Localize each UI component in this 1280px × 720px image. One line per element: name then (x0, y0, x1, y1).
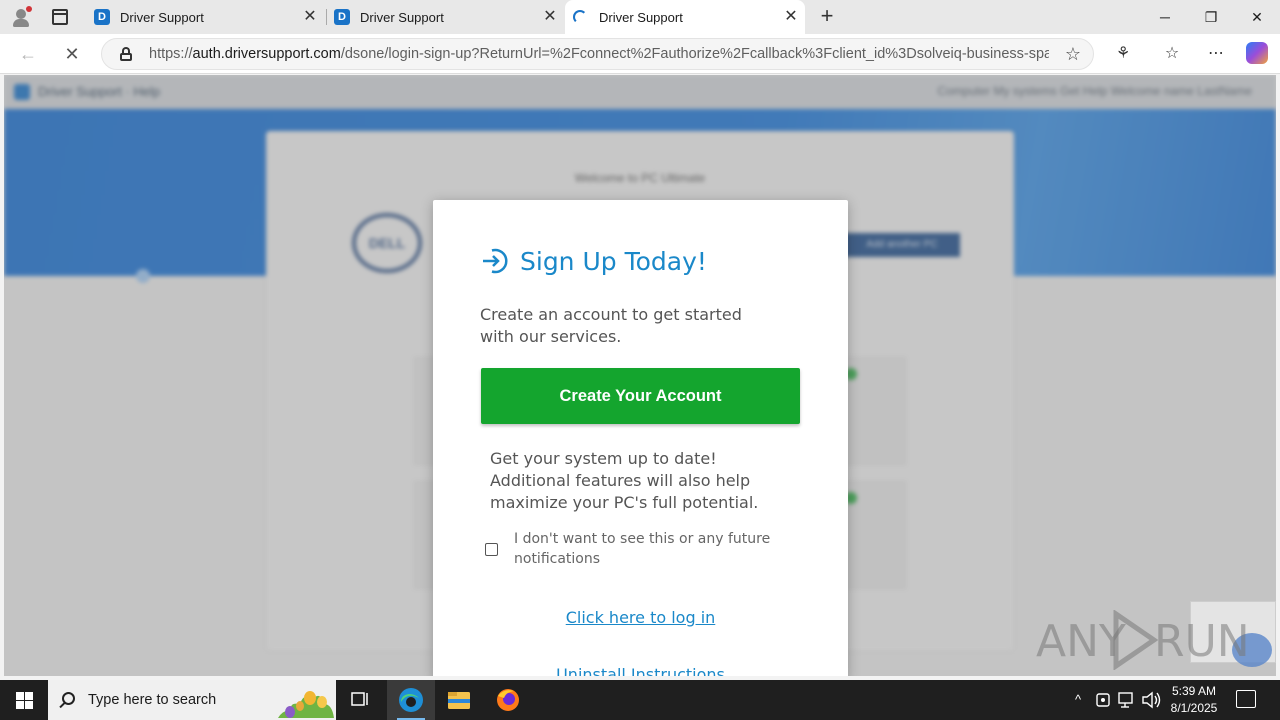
url-scheme: https:// (149, 46, 193, 62)
task-view-icon[interactable] (336, 680, 384, 720)
url-path: /dsone/login-sign-up?ReturnUrl=%2Fconnec… (340, 46, 1049, 62)
signup-modal: Sign Up Today! Create an account to get … (433, 200, 848, 676)
tab-close-icon[interactable]: ✕ (302, 9, 318, 25)
modal-lead-text: Create an account to get started with ou… (480, 305, 742, 346)
window-close-icon[interactable]: ✕ (1234, 0, 1280, 34)
new-tab-icon[interactable]: + (816, 5, 838, 28)
tab-title: Driver Support (599, 9, 683, 25)
create-account-button[interactable]: Create Your Account (481, 368, 800, 424)
optout-checkbox[interactable] (485, 543, 498, 556)
optout-row: I don't want to see this or any future n… (485, 529, 805, 569)
browser-tabstrip: D Driver Support ✕ D Driver Support ✕ Dr… (0, 0, 1280, 34)
search-placeholder: Type here to search (88, 692, 217, 708)
edge-icon[interactable] (387, 680, 435, 720)
tray-chevron-icon[interactable]: ^ (1068, 680, 1088, 720)
taskbar-search-box[interactable]: Type here to search (48, 680, 336, 720)
tab-close-icon[interactable]: ✕ (542, 9, 558, 25)
tab-close-icon[interactable]: ✕ (783, 9, 799, 25)
minimize-icon[interactable]: ─ (1142, 0, 1188, 34)
modal-title: Sign Up Today! (520, 246, 707, 276)
tab-actions-icon[interactable] (52, 9, 68, 25)
play-triangle-icon (1113, 610, 1158, 670)
anyrun-watermark: ANY RUN (1036, 608, 1250, 674)
tulips-decoration-icon (278, 691, 334, 718)
back-arrow-icon[interactable]: ← (14, 40, 42, 68)
favorites-icon[interactable]: ☆ (1160, 42, 1184, 66)
firefox-icon[interactable] (484, 680, 532, 720)
copilot-icon[interactable] (1246, 42, 1268, 64)
file-explorer-icon[interactable] (435, 680, 483, 720)
more-icon[interactable]: ⋯ (1204, 42, 1228, 66)
browser-toolbar: ← ✕ https://auth.driversupport.com/dsone… (0, 34, 1280, 74)
tab-driver-support-active[interactable]: Driver Support ✕ (565, 0, 805, 34)
address-url[interactable]: https://auth.driversupport.com/dsone/log… (149, 46, 1049, 62)
puzzle-icon[interactable]: ⚘ (1111, 42, 1135, 66)
modal-header: Sign Up Today! (480, 246, 707, 276)
windows-start-icon[interactable] (0, 680, 48, 720)
tab-title: Driver Support (120, 9, 204, 25)
volume-icon[interactable] (1140, 680, 1162, 720)
page-viewport: Driver Support · Help Computer My system… (4, 75, 1276, 676)
search-icon (62, 692, 75, 705)
address-bar[interactable]: https://auth.driversupport.com/dsone/log… (101, 38, 1094, 70)
notification-center-icon[interactable] (1236, 690, 1256, 708)
sign-in-arrow-icon (480, 246, 510, 276)
tab-driver-support-1[interactable]: D Driver Support ✕ (86, 0, 324, 34)
lock-icon[interactable] (119, 47, 133, 61)
loading-spinner-icon (573, 10, 587, 24)
clock-time: 5:39 AM (1171, 684, 1217, 698)
star-icon[interactable]: ☆ (1065, 44, 1081, 65)
optout-label[interactable]: I don't want to see this or any future n… (514, 529, 805, 569)
clock-date: 8/1/2025 (1170, 701, 1218, 715)
uninstall-instructions-link[interactable]: Uninstall Instructions (433, 665, 848, 676)
windows-taskbar: Type here to search ^ 5:39 AM 8/1/2025 (0, 680, 1280, 720)
watermark-right: RUN (1154, 616, 1250, 667)
modal-body-text: Get your system up to date! Additional f… (490, 449, 759, 512)
stop-loading-icon[interactable]: ✕ (58, 40, 86, 68)
profile-avatar-icon[interactable] (10, 6, 32, 28)
tray-security-icon[interactable] (1094, 680, 1112, 720)
login-link[interactable]: Click here to log in (433, 608, 848, 627)
url-host: auth.driversupport.com (192, 46, 341, 62)
restore-icon[interactable]: ❐ (1188, 0, 1234, 34)
driver-support-favicon-icon: D (94, 9, 110, 25)
network-icon[interactable] (1116, 680, 1136, 720)
tab-driver-support-2[interactable]: D Driver Support ✕ (326, 0, 564, 34)
tab-title: Driver Support (360, 9, 444, 25)
driver-support-favicon-icon: D (334, 9, 350, 25)
system-clock[interactable]: 5:39 AM 8/1/2025 (1162, 683, 1226, 717)
